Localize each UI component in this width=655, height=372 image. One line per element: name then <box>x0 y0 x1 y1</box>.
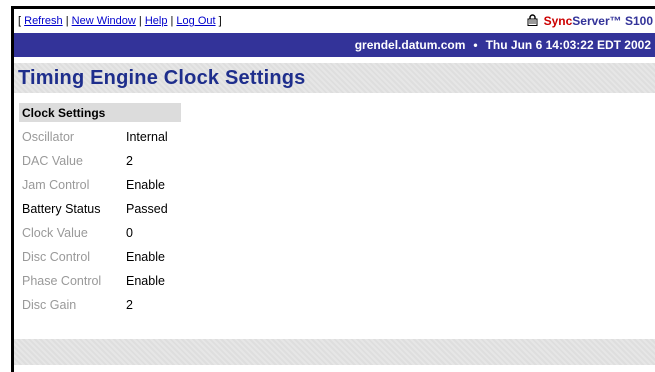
link-separator: | <box>138 15 142 27</box>
section-heading: Clock Settings <box>19 103 181 122</box>
brand-server: Server™ S100 <box>572 14 653 28</box>
link-separator: | <box>65 15 69 27</box>
product-brand: Sync Server™ S100 <box>527 13 655 29</box>
setting-label: DAC Value <box>22 154 83 168</box>
help-link[interactable]: Help <box>145 15 168 27</box>
logout-link[interactable]: Log Out <box>176 15 215 27</box>
setting-value: Enable <box>126 250 165 264</box>
setting-label: Phase Control <box>22 274 102 288</box>
setting-value: Internal <box>126 130 168 144</box>
nav-links: [ Refresh | New Window | Help | Log Out … <box>18 15 222 27</box>
setting-value: Passed <box>126 202 168 216</box>
table-row: Oscillator Internal <box>19 125 171 149</box>
server-datetime: Thu Jun 6 14:03:22 EDT 2002 <box>485 38 651 52</box>
settings-table: Oscillator Internal DAC Value 2 Jam Cont… <box>19 125 171 317</box>
main-frame: [ Refresh | New Window | Help | Log Out … <box>11 6 655 372</box>
setting-label: Jam Control <box>22 178 90 192</box>
setting-label: Disc Control <box>22 250 91 264</box>
close-bracket: ] <box>218 15 222 27</box>
link-separator: | <box>170 15 174 27</box>
table-row: Disc Gain 2 <box>19 293 171 317</box>
page-title-bar: Timing Engine Clock Settings <box>14 63 655 93</box>
refresh-link[interactable]: Refresh <box>24 15 63 27</box>
setting-label: Battery Status <box>22 202 101 216</box>
top-toolbar: [ Refresh | New Window | Help | Log Out … <box>14 9 655 33</box>
table-row: Disc Control Enable <box>19 245 171 269</box>
setting-value: 0 <box>126 226 133 240</box>
host-banner: grendel.datum.com • Thu Jun 6 14:03:22 E… <box>14 33 655 57</box>
setting-value: Enable <box>126 178 165 192</box>
new-window-link[interactable]: New Window <box>72 15 136 27</box>
setting-label: Oscillator <box>22 130 75 144</box>
setting-value: 2 <box>126 154 133 168</box>
table-row: Jam Control Enable <box>19 173 171 197</box>
setting-label: Clock Value <box>22 226 88 240</box>
banner-separator: • <box>473 38 478 52</box>
table-row: Clock Value 0 <box>19 221 171 245</box>
clock-settings-panel: Clock Settings Oscillator Internal DAC V… <box>19 103 655 317</box>
table-row: DAC Value 2 <box>19 149 171 173</box>
hostname: grendel.datum.com <box>354 38 466 52</box>
footer-bar <box>14 339 655 365</box>
brand-sync: Sync <box>543 14 573 28</box>
table-row: Battery Status Passed <box>19 197 171 221</box>
setting-value: Enable <box>126 274 165 288</box>
setting-label: Disc Gain <box>22 298 77 312</box>
lock-icon <box>527 13 538 29</box>
setting-value: 2 <box>126 298 133 312</box>
page-title: Timing Engine Clock Settings <box>18 66 306 89</box>
open-bracket: [ <box>18 15 22 27</box>
table-row: Phase Control Enable <box>19 269 171 293</box>
